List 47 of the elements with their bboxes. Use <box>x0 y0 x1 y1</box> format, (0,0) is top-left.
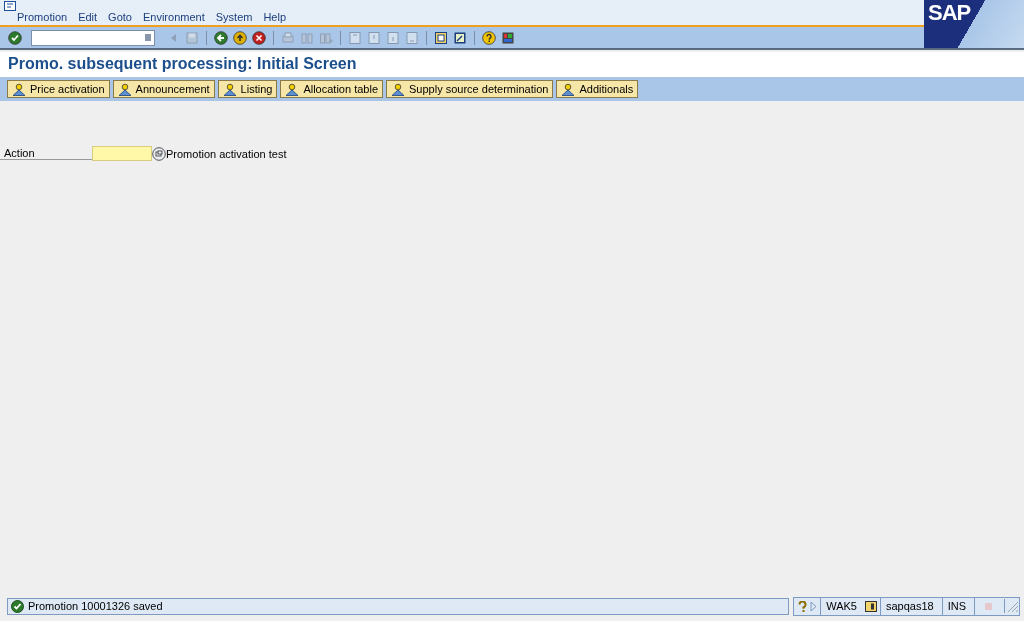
person-icon <box>285 82 300 96</box>
menu-item[interactable]: Help <box>263 11 287 23</box>
menu-item[interactable]: Environment <box>142 11 205 23</box>
field-description: Promotion activation test <box>166 147 287 160</box>
action-input-field[interactable] <box>92 146 152 161</box>
app-toolbar-button[interactable]: Supply source determination <box>386 80 554 98</box>
person-icon <box>222 82 237 96</box>
logo-text: SAP <box>927 0 972 26</box>
app-toolbar-button[interactable]: Price activation <box>7 80 110 98</box>
question-icon[interactable] <box>798 600 808 612</box>
menu-item[interactable]: System <box>215 11 253 23</box>
app-toolbar-button[interactable]: Announcement <box>112 80 215 98</box>
exit-icon[interactable] <box>233 30 247 45</box>
system-menu-icon[interactable] <box>4 1 16 11</box>
resize-grip-icon[interactable] <box>1004 599 1019 613</box>
expand-triangle-icon[interactable] <box>810 600 818 612</box>
layout-icon[interactable] <box>501 30 515 45</box>
enter-icon[interactable] <box>8 30 22 45</box>
server-name: sapqas18 <box>879 597 939 615</box>
app-toolbar-button[interactable]: Listing <box>217 80 278 98</box>
app-toolbar-button[interactable]: Additionals <box>556 80 639 98</box>
status-message: Promotion 10001326 saved <box>28 600 163 612</box>
cancel-icon[interactable] <box>252 30 266 45</box>
value-help-icon[interactable] <box>152 146 166 161</box>
new-window-icon[interactable] <box>434 30 448 45</box>
menu-item[interactable]: Promotion <box>17 11 68 23</box>
back-icon[interactable] <box>214 30 228 45</box>
person-icon <box>117 82 132 96</box>
system-name: WAK5 <box>820 597 862 615</box>
shortcut-icon[interactable] <box>453 30 467 45</box>
person-icon <box>561 82 576 96</box>
menu-item[interactable]: Goto <box>108 11 132 23</box>
previous-page-icon[interactable] <box>367 30 381 45</box>
person-icon <box>12 82 26 96</box>
person-icon <box>391 82 405 96</box>
app-toolbar-button[interactable]: Allocation table <box>280 80 383 98</box>
success-icon <box>11 599 24 613</box>
menu-item[interactable]: Edit <box>78 11 98 23</box>
session-icon[interactable] <box>864 600 877 612</box>
screen-title: Promo. subsequent processing: Initial Screen <box>0 52 1024 77</box>
next-page-icon[interactable] <box>386 30 400 45</box>
first-page-icon[interactable] <box>348 30 362 45</box>
help-icon[interactable] <box>482 30 496 45</box>
command-field[interactable] <box>31 29 155 46</box>
print-icon[interactable] <box>281 30 295 45</box>
last-page-icon[interactable] <box>405 30 419 45</box>
insert-mode: INS <box>941 597 971 615</box>
